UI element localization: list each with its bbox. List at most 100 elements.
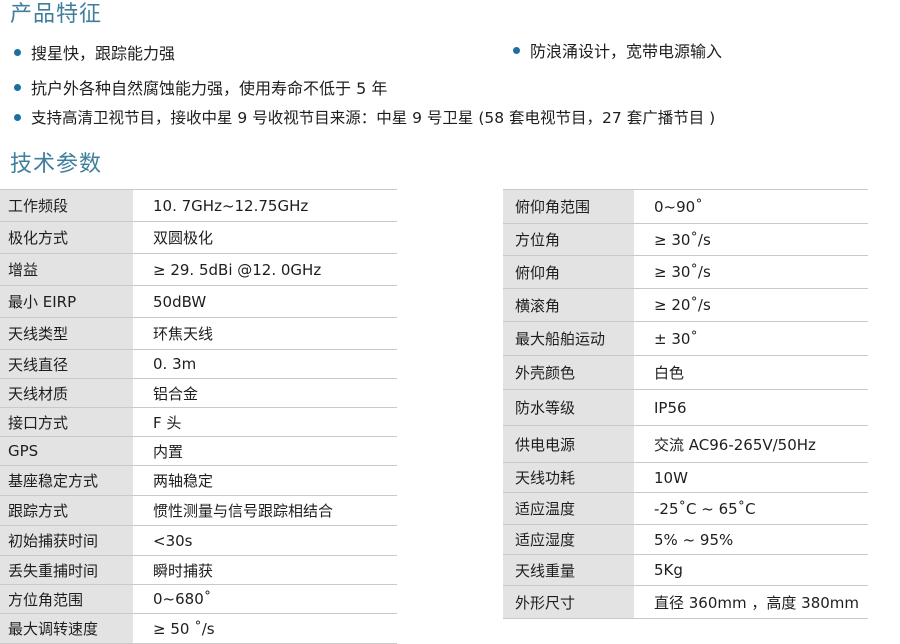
spec-row: 俯仰角 ≥ 30˚/s [503,256,868,289]
spec-row: 适应温度 -25˚C ~ 65˚C [503,493,868,525]
spec-row: GPS 内置 [0,437,397,466]
spec-value: F 头 [133,408,397,436]
spec-value: 两轴稳定 [133,466,397,495]
spec-label: 天线重量 [503,555,634,585]
spec-row: 方位角范围 0~680˚ [0,585,397,614]
spec-row: 工作频段 10. 7GHz~12.75GHz [0,190,397,222]
spec-label: 防水等级 [503,390,634,425]
feature-item: 抗户外各种自然腐蚀能力强，使用寿命不低于 5 年 [14,75,387,99]
spec-value: 内置 [133,437,397,465]
spec-label: 适应湿度 [503,525,634,554]
spec-row: 跟踪方式 惯性测量与信号跟踪相结合 [0,496,397,526]
spec-label: 方位角 [503,224,634,255]
spec-row: 俯仰角范围 0~90˚ [503,190,868,224]
spec-value: 10. 7GHz~12.75GHz [133,190,397,221]
spec-value: 50dBW [133,286,397,317]
spec-label: 增益 [0,254,133,285]
spec-label: 极化方式 [0,222,133,253]
spec-label: 俯仰角范围 [503,190,634,223]
spec-value: ≥ 50 ˚/s [133,614,397,643]
spec-row: 防水等级 IP56 [503,390,868,426]
spec-label: 最大调转速度 [0,614,133,643]
spec-row: 极化方式 双圆极化 [0,222,397,254]
spec-row: 适应湿度 5% ~ 95% [503,525,868,555]
bullet-icon [14,113,21,121]
spec-row: 横滚角 ≥ 20˚/s [503,289,868,322]
spec-label: GPS [0,437,133,465]
spec-row: 外壳颜色 白色 [503,356,868,390]
feature-item: 防浪涌设计，宽带电源输入 [513,38,722,62]
specs-section-title: 技术参数 [10,152,103,177]
spec-label: 丢失重捕时间 [0,556,133,584]
spec-value: 0. 3m [133,350,397,378]
spec-label: 适应温度 [503,493,634,524]
spec-table-left: 工作频段 10. 7GHz~12.75GHz 极化方式 双圆极化 增益 ≥ 29. 5… [0,189,397,644]
spec-value: 白色 [634,356,868,389]
spec-row: 初始捕获时间 <30s [0,526,397,556]
spec-row: 天线类型 环焦天线 [0,318,397,350]
spec-row: 丢失重捕时间 瞬时捕获 [0,556,397,585]
spec-row: 最大船舶运动 ± 30˚ [503,322,868,356]
spec-row: 天线重量 5Kg [503,555,868,586]
spec-label: 横滚角 [503,289,634,321]
spec-label: 天线功耗 [503,463,634,492]
feature-text: 搜星快，跟踪能力强 [31,44,176,63]
spec-row: 天线材质 铝合金 [0,379,397,408]
spec-value: 5Kg [634,555,868,585]
spec-label: 俯仰角 [503,256,634,288]
spec-row: 供电电源 交流 AC96-265V/50Hz [503,426,868,463]
feature-text: 抗户外各种自然腐蚀能力强，使用寿命不低于 5 年 [31,79,388,98]
spec-row: 最大调转速度 ≥ 50 ˚/s [0,614,397,644]
spec-label: 天线材质 [0,379,133,407]
spec-label: 初始捕获时间 [0,526,133,555]
spec-table-right: 俯仰角范围 0~90˚ 方位角 ≥ 30˚/s 俯仰角 ≥ 30˚/s 横滚角 ≥ 20… [503,189,868,619]
spec-label: 跟踪方式 [0,496,133,525]
spec-value: -25˚C ~ 65˚C [634,493,868,524]
spec-label: 接口方式 [0,408,133,436]
bullet-icon [14,83,21,91]
spec-value: 10W [634,463,868,492]
feature-item: 支持高清卫视节目，接收中星 9 号收视节目来源：中星 9 号卫星 (58 套电视… [14,106,715,128]
spec-value: 惯性测量与信号跟踪相结合 [133,496,397,525]
spec-value: 环焦天线 [133,318,397,349]
bullet-icon [14,48,21,56]
spec-label: 供电电源 [503,426,634,462]
spec-label: 天线类型 [0,318,133,349]
spec-value: 双圆极化 [133,222,397,253]
spec-row: 外形尺寸 直径 360mm ，高度 380mm [503,586,868,619]
spec-value: 铝合金 [133,379,397,407]
spec-value: 5% ~ 95% [634,525,868,554]
feature-text: 支持高清卫视节目，接收中星 9 号收视节目来源：中星 9 号卫星 (58 套电视… [31,109,716,127]
spec-row: 天线功耗 10W [503,463,868,493]
feature-item: 搜星快，跟踪能力强 [14,40,175,64]
spec-label: 工作频段 [0,190,133,221]
spec-value: 直径 360mm ，高度 380mm [634,586,868,618]
spec-label: 基座稳定方式 [0,466,133,495]
features-section-title: 产品特征 [10,2,103,27]
spec-label: 最大船舶运动 [503,322,634,355]
spec-label: 天线直径 [0,350,133,378]
spec-label: 最小 EIRP [0,286,133,317]
spec-value: 交流 AC96-265V/50Hz [634,426,868,462]
spec-value: ≥ 29. 5dBi @12. 0GHz [133,254,397,285]
spec-label: 外形尺寸 [503,586,634,618]
spec-row: 方位角 ≥ 30˚/s [503,224,868,256]
spec-value: 瞬时捕获 [133,556,397,584]
spec-value: ± 30˚ [634,322,868,355]
spec-row: 接口方式 F 头 [0,408,397,437]
spec-row: 天线直径 0. 3m [0,350,397,379]
spec-value: ≥ 30˚/s [634,256,868,288]
spec-value: 0~90˚ [634,190,868,223]
spec-label: 方位角范围 [0,585,133,613]
spec-value: ≥ 30˚/s [634,224,868,255]
spec-row: 基座稳定方式 两轴稳定 [0,466,397,496]
feature-text: 防浪涌设计，宽带电源输入 [530,42,723,61]
spec-value: 0~680˚ [133,585,397,613]
spec-value: ≥ 20˚/s [634,289,868,321]
spec-row: 增益 ≥ 29. 5dBi @12. 0GHz [0,254,397,286]
spec-value: IP56 [634,390,868,425]
bullet-icon [513,46,520,54]
spec-label: 外壳颜色 [503,356,634,389]
spec-value: <30s [133,526,397,555]
spec-row: 最小 EIRP 50dBW [0,286,397,318]
